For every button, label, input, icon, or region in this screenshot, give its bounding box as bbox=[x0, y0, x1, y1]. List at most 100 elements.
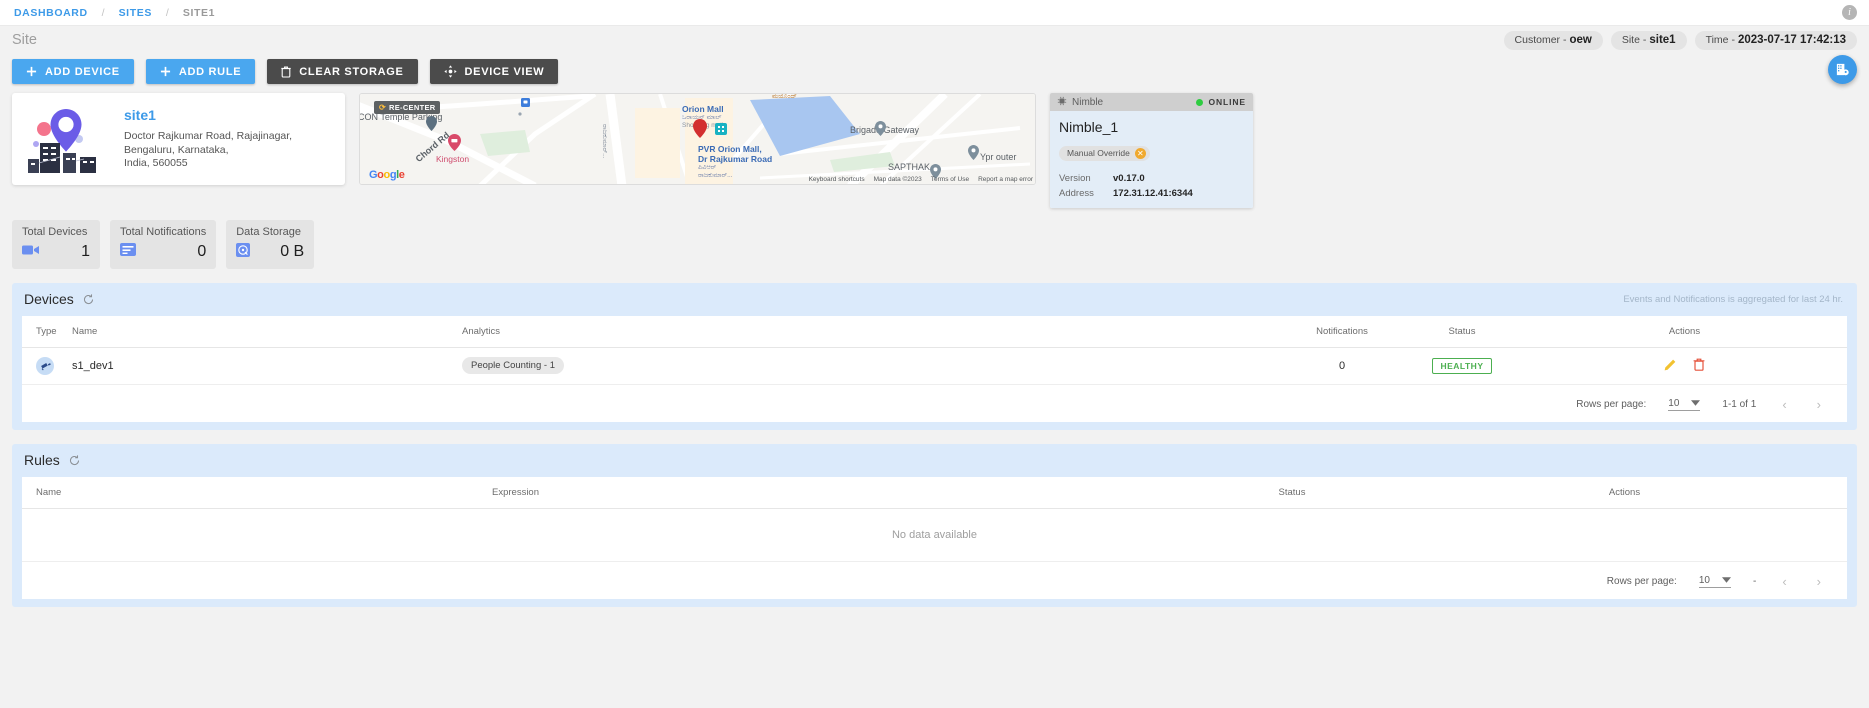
status-badge-time: Time - 2023-07-17 17:42:13 bbox=[1695, 31, 1857, 50]
map-pin-ypr bbox=[968, 145, 979, 160]
analytics-chip[interactable]: People Counting - 1 bbox=[462, 357, 564, 374]
add-rule-label: ADD RULE bbox=[179, 66, 241, 78]
site-address: Doctor Rajkumar Road, Rajajinagar, Benga… bbox=[124, 130, 292, 170]
stat-card-data-storage: Data Storage 0 B bbox=[226, 220, 314, 269]
camera-device-icon bbox=[36, 357, 54, 375]
devices-pagination: Rows per page: 10 1-1 of 1 ‹ › bbox=[22, 385, 1847, 422]
device-view-button[interactable]: DEVICE VIEW bbox=[430, 59, 559, 84]
column-header-analytics: Analytics bbox=[462, 316, 1282, 348]
rules-table: Name Expression Status Actions No data a… bbox=[22, 477, 1847, 562]
status-badge-site: Site - site1 bbox=[1611, 31, 1687, 50]
refresh-icon[interactable] bbox=[69, 455, 80, 466]
rows-per-page-select[interactable]: 10 bbox=[1668, 398, 1700, 411]
rules-table-header-row: Name Expression Status Actions bbox=[22, 477, 1847, 509]
address-line-3: India, 560055 bbox=[124, 157, 292, 170]
rows-per-page-select[interactable]: 10 bbox=[1699, 575, 1731, 588]
breadcrumb-sites[interactable]: SITES bbox=[119, 7, 152, 19]
column-header-status: Status bbox=[1182, 477, 1402, 509]
devices-table-header-row: Type Name Analytics Notifications Status… bbox=[22, 316, 1847, 348]
devices-table-wrapper: Type Name Analytics Notifications Status… bbox=[22, 316, 1847, 422]
map-pin-brigade bbox=[875, 121, 886, 136]
breadcrumb-dashboard[interactable]: DASHBOARD bbox=[14, 7, 88, 19]
map-label-rajkumar-kannada: ರಾಜಕುಮಾರ್... bbox=[698, 172, 733, 180]
map-label-ypr-outer: Ypr outer bbox=[980, 152, 1016, 162]
column-header-notifications: Notifications bbox=[1282, 316, 1402, 348]
breadcrumb-site1: SITE1 bbox=[183, 7, 215, 19]
map-label-pvr-kannada: ಪಿವಿಆರ್ bbox=[698, 164, 716, 172]
address-line-1: Doctor Rajkumar Road, Rajajinagar, bbox=[124, 130, 292, 143]
nimble-card-body: Nimble_1 Manual Override ✕ Version v0.17… bbox=[1050, 111, 1253, 208]
column-header-name: Name bbox=[72, 316, 462, 348]
devices-section: Devices Events and Notifications is aggr… bbox=[12, 283, 1857, 430]
device-name-cell: s1_dev1 bbox=[72, 347, 462, 384]
next-page-button[interactable]: › bbox=[1813, 397, 1825, 412]
rows-per-page-value: 10 bbox=[1668, 398, 1679, 409]
next-page-button[interactable]: › bbox=[1813, 574, 1825, 589]
header-chips: Customer - oew Site - site1 Time - 2023-… bbox=[1504, 31, 1857, 50]
breadcrumb-separator: / bbox=[166, 7, 169, 19]
map-pin-site bbox=[693, 119, 704, 134]
manual-override-label: Manual Override bbox=[1067, 148, 1130, 158]
map-attribution: Keyboard shortcuts Map data ©2023 Terms … bbox=[809, 176, 1033, 183]
nimble-device-card: Nimble ONLINE Nimble_1 Manual Override ✕… bbox=[1050, 93, 1253, 208]
device-view-label: DEVICE VIEW bbox=[465, 66, 545, 78]
map-label-sapthak: SAPTHAK bbox=[888, 162, 930, 172]
device-status-cell: HEALTHY bbox=[1402, 347, 1522, 384]
nimble-type-label: Nimble bbox=[1072, 97, 1191, 108]
nimble-address-row: Address 172.31.12.41:6344 bbox=[1059, 188, 1244, 199]
breadcrumb-separator: / bbox=[102, 7, 105, 19]
close-icon[interactable]: ✕ bbox=[1135, 148, 1146, 159]
site-name[interactable]: site1 bbox=[124, 107, 292, 123]
page-title: Site bbox=[12, 32, 37, 48]
page-title-row: Site Customer - oew Site - site1 Time - … bbox=[0, 26, 1869, 54]
site-value: site1 bbox=[1649, 34, 1675, 46]
city-map-pin-illustration bbox=[22, 101, 112, 177]
manual-override-chip: Manual Override ✕ bbox=[1059, 146, 1150, 161]
map-label-orion-mall: Orion Mall bbox=[682, 104, 724, 114]
devices-title: Devices bbox=[24, 291, 74, 307]
stat-label: Data Storage bbox=[236, 226, 304, 238]
chevron-down-icon bbox=[1722, 575, 1731, 586]
terms-of-use-link[interactable]: Terms of Use bbox=[931, 176, 969, 183]
rules-table-wrapper: Name Expression Status Actions No data a… bbox=[22, 477, 1847, 599]
trash-icon[interactable] bbox=[1693, 362, 1705, 374]
map-label-kannada-top: ಮಯೊಂದ್ bbox=[772, 93, 797, 101]
clear-storage-label: CLEAR STORAGE bbox=[299, 66, 403, 78]
info-icon[interactable]: i bbox=[1842, 5, 1857, 20]
report-map-error-link[interactable]: Report a map error bbox=[978, 176, 1033, 183]
online-status-dot bbox=[1196, 99, 1203, 106]
refresh-icon[interactable] bbox=[83, 294, 94, 305]
previous-page-button[interactable]: ‹ bbox=[1778, 397, 1790, 412]
add-rule-button[interactable]: ADD RULE bbox=[146, 59, 255, 84]
site-location-map[interactable]: ⟳ RE-CENTER CON Temple Parking Chord Rd … bbox=[359, 93, 1036, 185]
table-row[interactable]: s1_dev1 People Counting - 1 0 HEALTHY bbox=[22, 347, 1847, 384]
plus-icon bbox=[160, 66, 171, 77]
empty-state-text: No data available bbox=[22, 508, 1847, 561]
time-value: 2023-07-17 17:42:13 bbox=[1738, 34, 1846, 46]
map-label-pvr-orion: PVR Orion Mall, bbox=[698, 144, 762, 154]
toolbar: ADD DEVICE ADD RULE CLEAR STORAGE DEVICE… bbox=[0, 54, 1869, 84]
nimble-status-text: ONLINE bbox=[1208, 97, 1246, 107]
address-label: Address bbox=[1059, 188, 1113, 199]
add-device-button[interactable]: ADD DEVICE bbox=[12, 59, 134, 84]
stat-label: Total Notifications bbox=[120, 226, 206, 238]
clear-storage-button[interactable]: CLEAR STORAGE bbox=[267, 59, 417, 84]
device-notifications-cell: 0 bbox=[1282, 347, 1402, 384]
version-label: Version bbox=[1059, 173, 1113, 184]
google-logo: Google bbox=[369, 169, 405, 181]
version-value: v0.17.0 bbox=[1113, 173, 1145, 184]
column-header-actions: Actions bbox=[1522, 316, 1847, 348]
nimble-version-row: Version v0.17.0 bbox=[1059, 173, 1244, 184]
stat-card-total-devices: Total Devices 1 bbox=[12, 220, 100, 269]
map-pin-mall bbox=[715, 122, 726, 137]
column-header-status: Status bbox=[1402, 316, 1522, 348]
stat-value: 0 bbox=[197, 243, 206, 261]
pencil-icon[interactable] bbox=[1664, 362, 1680, 374]
previous-page-button[interactable]: ‹ bbox=[1778, 574, 1790, 589]
chip-icon bbox=[1057, 93, 1067, 111]
breadcrumb: DASHBOARD / SITES / SITE1 i bbox=[0, 0, 1869, 26]
building-location-icon[interactable] bbox=[1828, 55, 1857, 84]
keyboard-shortcuts-link[interactable]: Keyboard shortcuts bbox=[809, 176, 865, 183]
device-analytics-cell: People Counting - 1 bbox=[462, 347, 1282, 384]
map-pin-temple bbox=[426, 116, 437, 131]
